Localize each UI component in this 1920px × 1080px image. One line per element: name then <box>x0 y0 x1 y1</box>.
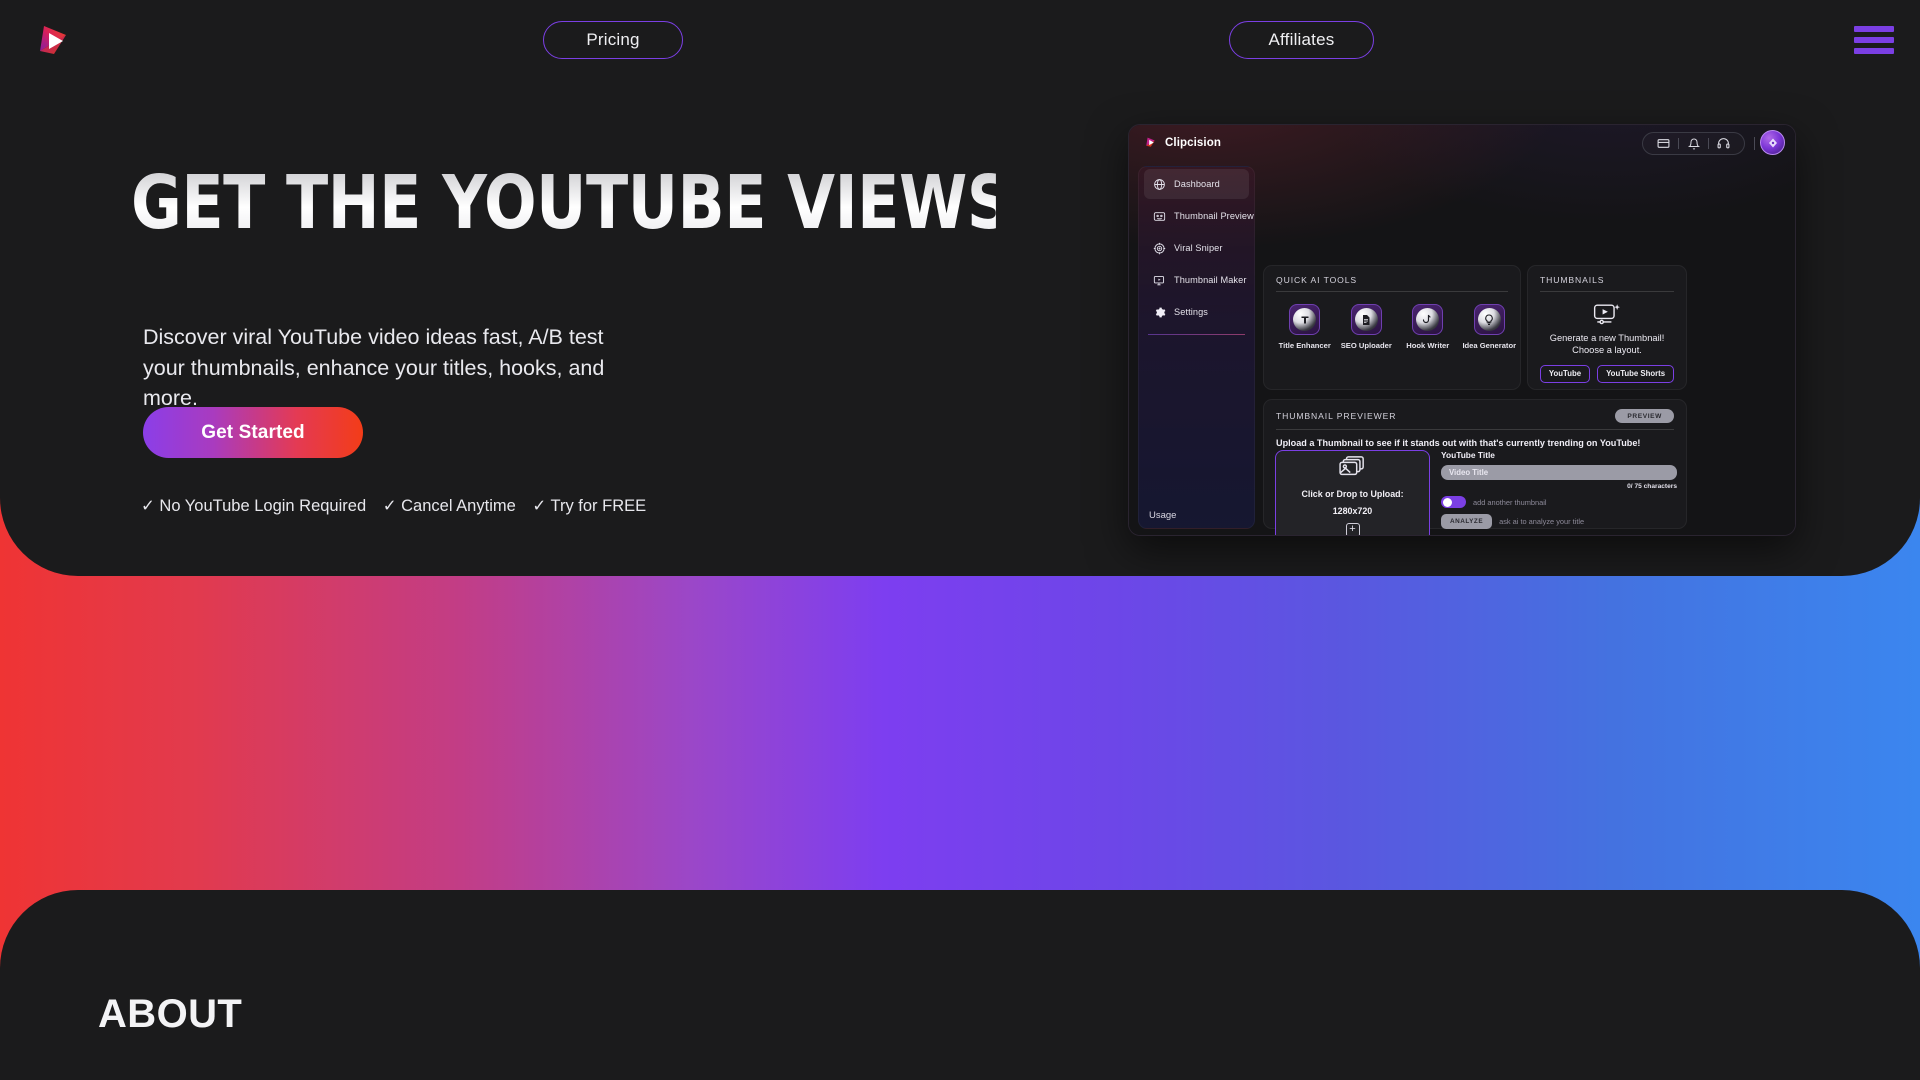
sidebar-item-thumbnail-previewer[interactable]: Thumbnail Previewer <box>1144 201 1254 231</box>
hamburger-bar <box>1854 37 1894 43</box>
plus-icon[interactable]: + <box>1345 522 1360 535</box>
previewer-header: THUMBNAIL PREVIEWER PREVIEW <box>1264 400 1686 423</box>
bell-icon[interactable] <box>1682 134 1705 154</box>
title-analysis-panel: YouTube Title Video Title 0/ 75 characte… <box>1441 450 1677 529</box>
thumbnails-title: THUMBNAILS <box>1540 275 1605 285</box>
sidebar-item-settings[interactable]: Settings <box>1144 297 1249 327</box>
youtube-shorts-layout-button[interactable]: YouTube Shorts <box>1597 364 1675 383</box>
about-section: ABOUT <box>0 890 1920 1080</box>
sidebar-item-label: Thumbnail Maker <box>1174 275 1247 285</box>
icon-divider <box>1708 138 1709 149</box>
youtube-title-label: YouTube Title <box>1441 450 1495 460</box>
lightbulb-icon <box>1473 304 1505 335</box>
nav-affiliates-button[interactable]: Affiliates <box>1229 21 1374 59</box>
quick-ai-tools-card: QUICK AI TOOLS Title Enhancer SEO Upload… <box>1263 265 1521 390</box>
add-thumbnail-row: add another thumbnail <box>1441 496 1677 508</box>
thumbnails-body: Generate a new Thumbnail! Choose a layou… <box>1528 292 1686 383</box>
hamburger-bar <box>1854 48 1894 54</box>
landing-page: Pricing Affiliates GET THE YOUTUBE VIEWS… <box>0 0 1920 1080</box>
tool-idea-generator[interactable]: Idea Generator <box>1459 304 1521 350</box>
quick-tools-list: Title Enhancer SEO Uploader Hook Writer … <box>1264 292 1520 350</box>
icon-divider <box>1678 138 1679 149</box>
user-avatar-icon[interactable] <box>1760 130 1785 155</box>
tool-label: Hook Writer <box>1406 341 1450 350</box>
sidebar-item-dashboard[interactable]: Dashboard <box>1144 169 1249 199</box>
analyze-hint: ask ai to analyze your title <box>1499 517 1585 526</box>
globe-icon <box>1153 178 1166 191</box>
get-started-button[interactable]: Get Started <box>143 407 363 458</box>
card-icon[interactable] <box>1652 134 1675 154</box>
sidebar-item-label: Viral Sniper <box>1174 243 1223 253</box>
quick-tools-title: QUICK AI TOOLS <box>1276 275 1358 285</box>
sidebar-item-thumbnail-maker[interactable]: Thumbnail Maker <box>1144 265 1249 295</box>
gear-icon <box>1153 306 1166 319</box>
preview-button[interactable]: PREVIEW <box>1615 409 1674 423</box>
tool-seo-uploader[interactable]: SEO Uploader <box>1336 304 1398 350</box>
thumbnails-card: THUMBNAILS Generate a new Thumbnail! Cho… <box>1527 265 1687 390</box>
hero-section: Pricing Affiliates GET THE YOUTUBE VIEWS… <box>0 0 1920 576</box>
sidebar-usage-label: Usage <box>1149 510 1177 521</box>
hamburger-menu-icon[interactable] <box>1854 22 1894 58</box>
monitor-play-icon <box>1153 274 1166 287</box>
title-enhancer-icon <box>1289 304 1321 335</box>
sidebar-divider <box>1148 334 1245 335</box>
clipcision-play-logo[interactable] <box>30 18 76 64</box>
toggle-knob <box>1442 497 1452 507</box>
previewer-title: THUMBNAIL PREVIEWER <box>1276 411 1397 421</box>
hamburger-bar <box>1854 26 1894 32</box>
tool-label: Idea Generator <box>1462 341 1517 350</box>
app-topbar: Clipcision <box>1129 125 1795 163</box>
analyze-button[interactable]: ANALYZE <box>1441 514 1493 529</box>
headset-icon[interactable] <box>1712 134 1735 154</box>
app-logo-icon <box>1143 135 1158 150</box>
hero-badges: ✓ No YouTube Login Required ✓ Cancel Any… <box>141 496 658 516</box>
hook-icon <box>1412 304 1444 335</box>
thumbnails-layout-buttons: YouTube YouTube Shorts <box>1539 364 1675 383</box>
tool-label: SEO Uploader <box>1340 341 1392 350</box>
sidebar-item-label: Settings <box>1174 307 1208 317</box>
target-icon <box>1153 242 1166 255</box>
badge-no-login: ✓ No YouTube Login Required <box>141 497 367 515</box>
sidebar-item-viral-sniper[interactable]: Viral Sniper <box>1144 233 1249 263</box>
app-brand: Clipcision <box>1143 135 1221 150</box>
page-title: GET THE YOUTUBE VIEWS YOU DESERVE <box>131 160 1513 246</box>
about-title: ABOUT <box>98 992 243 1036</box>
app-mockup: Clipcision Dashboard Thumbnail Previewer… <box>1128 124 1796 536</box>
previewer-subtitle: Upload a Thumbnail to see if it stands o… <box>1276 438 1641 448</box>
hero-subcopy: Discover viral YouTube video ideas fast,… <box>143 325 605 411</box>
video-title-input[interactable]: Video Title <box>1441 465 1677 480</box>
app-sidebar: Dashboard Thumbnail Previewer Viral Snip… <box>1138 166 1255 529</box>
upload-line2: 1280x720 <box>1332 506 1373 516</box>
image-preview-icon <box>1153 210 1166 223</box>
thumbnail-previewer-card: THUMBNAIL PREVIEWER PREVIEW Upload a Thu… <box>1263 399 1687 535</box>
app-brand-label: Clipcision <box>1165 136 1221 149</box>
video-sparkle-icon <box>1592 301 1622 332</box>
top-navigation: Pricing Affiliates <box>0 0 1920 82</box>
app-topbar-icons <box>1642 132 1745 155</box>
thumbnails-line2: Choose a layout. <box>1572 345 1642 356</box>
tool-label: Title Enhancer <box>1278 341 1331 350</box>
badge-cancel-anytime: ✓ Cancel Anytime <box>382 497 516 515</box>
character-counter: 0/ 75 characters <box>1627 483 1677 490</box>
analyze-row: ANALYZE ask ai to analyze your title <box>1441 514 1677 529</box>
images-stack-icon <box>1338 455 1368 484</box>
badge-try-free: ✓ Try for FREE <box>532 497 647 515</box>
thumbnails-line1: Generate a new Thumbnail! <box>1549 333 1665 343</box>
upload-line1: Click or Drop to Upload: <box>1301 489 1404 500</box>
add-another-thumbnail-toggle[interactable] <box>1441 496 1466 508</box>
sidebar-item-label: Dashboard <box>1174 179 1220 189</box>
tool-hook-writer[interactable]: Hook Writer <box>1397 304 1459 350</box>
document-upload-icon <box>1350 304 1382 335</box>
youtube-layout-button[interactable]: YouTube <box>1539 364 1591 383</box>
add-another-thumbnail-label: add another thumbnail <box>1473 497 1547 507</box>
topbar-divider <box>1754 137 1755 150</box>
sidebar-item-label: Thumbnail Previewer <box>1174 211 1255 221</box>
upload-dropzone[interactable]: Click or Drop to Upload: 1280x720 + <box>1275 450 1430 535</box>
nav-pricing-button[interactable]: Pricing <box>543 21 683 59</box>
tool-title-enhancer[interactable]: Title Enhancer <box>1274 304 1336 350</box>
